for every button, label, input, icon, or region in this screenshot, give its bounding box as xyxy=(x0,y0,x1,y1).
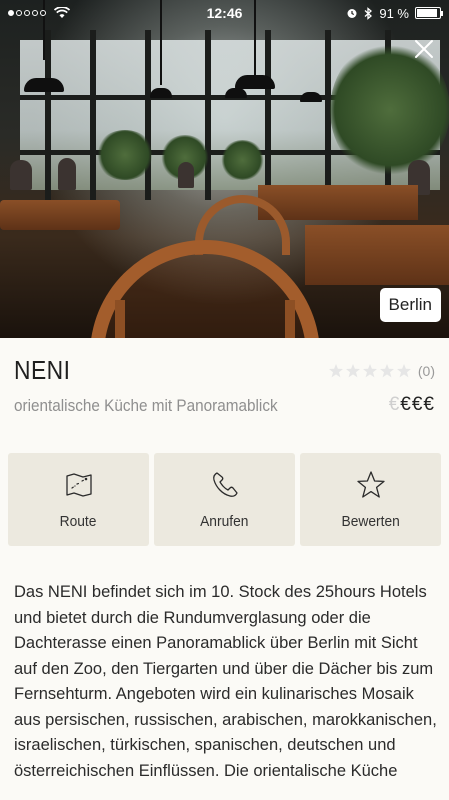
close-icon xyxy=(415,40,433,58)
restaurant-subtitle: orientalische Küche mit Panoramablick xyxy=(14,396,278,415)
close-button[interactable] xyxy=(413,38,435,60)
rate-button[interactable]: Bewerten xyxy=(300,453,441,546)
signal-dot xyxy=(8,10,14,16)
rating-star-icon xyxy=(396,364,411,378)
call-label: Anrufen xyxy=(200,513,249,530)
price-symbol: € xyxy=(388,394,401,415)
action-bar: Route Anrufen Bewerten xyxy=(8,453,441,546)
signal-dot xyxy=(16,10,22,16)
price-symbol: € xyxy=(411,394,424,415)
battery-level xyxy=(417,9,438,17)
star-icon xyxy=(356,471,385,498)
rating-star-icon xyxy=(362,364,377,378)
rating-star-icon xyxy=(328,364,343,378)
route-label: Route xyxy=(60,513,97,530)
signal-dot xyxy=(40,10,46,16)
price-level: €€€€ xyxy=(389,394,435,416)
status-bar: 12:46 91 % xyxy=(0,0,449,26)
price-symbol: € xyxy=(400,394,412,415)
wifi-icon xyxy=(54,7,70,18)
restaurant-description: Das NENI befindet sich im 10. Stock des … xyxy=(14,583,437,780)
signal-strength-icon xyxy=(8,10,46,16)
city-badge: Berlin xyxy=(379,288,441,322)
rating-count: (0) xyxy=(417,363,435,379)
rating-star-icon xyxy=(345,364,360,378)
map-icon xyxy=(65,473,92,497)
rating-star-icon xyxy=(379,364,394,378)
signal-dot xyxy=(32,10,38,16)
price-symbol: € xyxy=(423,394,435,415)
phone-icon xyxy=(212,472,238,497)
call-button[interactable]: Anrufen xyxy=(154,453,295,546)
bluetooth-icon xyxy=(364,6,373,20)
restaurant-photo xyxy=(0,0,449,338)
rating[interactable]: (0) xyxy=(328,363,435,379)
rate-label: Bewerten xyxy=(341,513,400,530)
route-button[interactable]: Route xyxy=(8,453,149,546)
restaurant-name: NENI xyxy=(14,355,71,385)
battery-percent: 91 % xyxy=(379,5,409,21)
alarm-icon xyxy=(347,9,357,18)
battery-icon xyxy=(415,7,443,19)
signal-dot xyxy=(24,10,30,16)
rating-stars xyxy=(328,363,412,379)
